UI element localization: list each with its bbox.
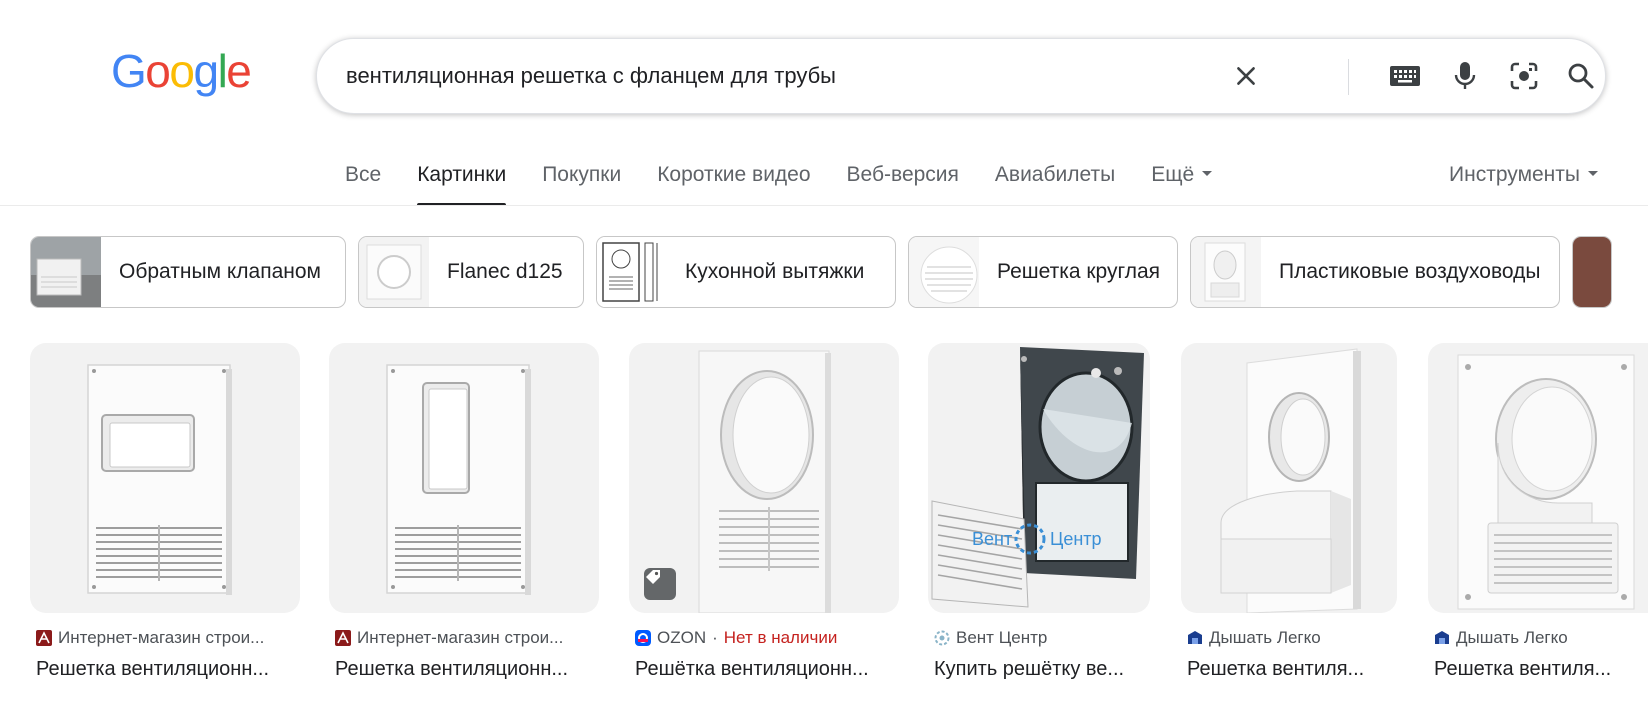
result-source-name: Интернет-магазин строи... [357,628,564,647]
image-result[interactable]: Вент Центр Вент Центр Купить решётку ве.… [928,343,1150,681]
image-result[interactable]: Интернет-магазин строи... Решетка вентил… [329,343,599,681]
image-result[interactable]: Дышать Легко Решетка вентиля... [1181,343,1397,681]
result-source-name: Дышать Легко [1209,628,1321,647]
chip-partial[interactable] [1572,236,1612,308]
microphone-icon [1454,62,1476,89]
result-source[interactable]: Интернет-магазин строи... [30,627,300,649]
google-logo[interactable]: Google [111,45,252,97]
result-image[interactable] [329,343,599,613]
result-source-name: OZON [657,628,707,647]
tabs-divider [0,205,1648,206]
logo-letter: o [169,45,195,97]
stock-status: Нет в наличии [723,628,838,647]
result-title[interactable]: Решетка вентиля... [1181,658,1397,681]
store-favicon [1435,631,1449,644]
image-result[interactable]: Дышать Легко Решетка вентиля... [1428,343,1648,681]
keyboard-button[interactable] [1382,53,1428,99]
tab-all[interactable]: Все [345,160,399,206]
chip-thumbnail [359,237,429,307]
tab-more[interactable]: Ещё [1133,160,1230,206]
result-image[interactable] [1181,343,1397,613]
chip-label: Пластиковые воздуховоды [1279,260,1541,283]
tab-short-videos[interactable]: Короткие видео [639,160,828,206]
chip-plastic-ducts[interactable]: Пластиковые воздуховоды [1190,236,1560,308]
tab-images[interactable]: Картинки [399,160,524,206]
result-title[interactable]: Решетка вентиля... [1428,658,1648,681]
chip-round-grille[interactable]: Решетка круглая [908,236,1178,308]
store-favicon [635,630,651,646]
close-icon [1237,67,1255,85]
watermark-right: Центр [1050,529,1102,549]
separator-dot: · [712,628,718,647]
result-source-name: Вент Центр [956,628,1048,647]
keyboard-icon [1390,66,1420,86]
search-divider [1348,59,1349,95]
result-image[interactable] [1428,343,1648,613]
result-source[interactable]: Вент Центр [928,627,1150,649]
tab-web[interactable]: Веб-версия [829,160,977,206]
chevron-down-icon [1202,170,1213,176]
logo-letter: o [145,45,171,97]
result-source-name: Интернет-магазин строи... [58,628,265,647]
chip-label: Flanec d125 [447,260,563,283]
logo-letter: G [111,45,147,97]
store-favicon [335,630,351,646]
search-icon [1568,63,1594,89]
chip-kitchen-hood[interactable]: Кухонной вытяжки [596,236,896,308]
result-image[interactable] [30,343,300,613]
result-title[interactable]: Купить решётку ве... [928,658,1150,681]
logo-letter: l [217,45,228,97]
lens-search-button[interactable] [1501,53,1547,99]
tools-label: Инструменты [1449,163,1580,186]
chip-label: Кухонной вытяжки [685,260,865,283]
tab-flights[interactable]: Авиабилеты [977,160,1133,206]
search-input[interactable] [346,39,1286,113]
chip-thumbnail [31,237,101,307]
tag-icon [646,570,660,584]
result-image[interactable] [629,343,899,613]
image-result[interactable]: Интернет-магазин строи... Решетка вентил… [30,343,300,681]
lens-icon [1510,62,1538,90]
store-favicon [934,630,950,646]
chip-thumbnail [1573,237,1611,307]
result-image[interactable]: Вент Центр [928,343,1150,613]
tab-more-label: Ещё [1151,163,1195,186]
chip-thumbnail [1191,237,1261,307]
price-tag-badge [644,568,676,600]
result-title[interactable]: Решётка вентиляционн... [629,658,899,681]
result-source[interactable]: OZON · Нет в наличии [629,627,899,649]
chip-flanec-d125[interactable]: Flanec d125 [358,236,584,308]
search-button[interactable] [1558,53,1604,99]
chip-label: Решетка круглая [997,260,1161,283]
refinement-chips: Обратным клапаном Flanec d125 Кухонной в… [30,236,1612,308]
store-favicon [36,630,52,646]
chip-reverse-valve[interactable]: Обратным клапаном [30,236,346,308]
chip-thumbnail [909,237,979,307]
result-title[interactable]: Решетка вентиляционн... [329,658,599,681]
store-favicon [1188,631,1202,644]
logo-letter: g [193,45,219,97]
logo-letter: e [226,45,252,97]
voice-search-button[interactable] [1442,53,1488,99]
tab-shopping[interactable]: Покупки [524,160,639,206]
clear-button[interactable] [1223,53,1269,99]
result-source[interactable]: Дышать Легко [1181,627,1397,649]
search-tabs: Все Картинки Покупки Короткие видео Веб-… [345,160,1230,206]
chevron-down-icon [1588,170,1598,176]
chip-label: Обратным клапаном [119,260,321,283]
result-source[interactable]: Дышать Легко [1428,627,1648,649]
tools-button[interactable]: Инструменты [1449,160,1598,190]
result-source[interactable]: Интернет-магазин строи... [329,627,599,649]
result-source-name: Дышать Легко [1456,628,1568,647]
chip-thumbnail [597,237,667,307]
image-result[interactable]: OZON · Нет в наличии Решётка вентиляцион… [629,343,899,681]
search-box [316,38,1606,114]
result-title[interactable]: Решетка вентиляционн... [30,658,300,681]
watermark-left: Вент [972,529,1012,549]
